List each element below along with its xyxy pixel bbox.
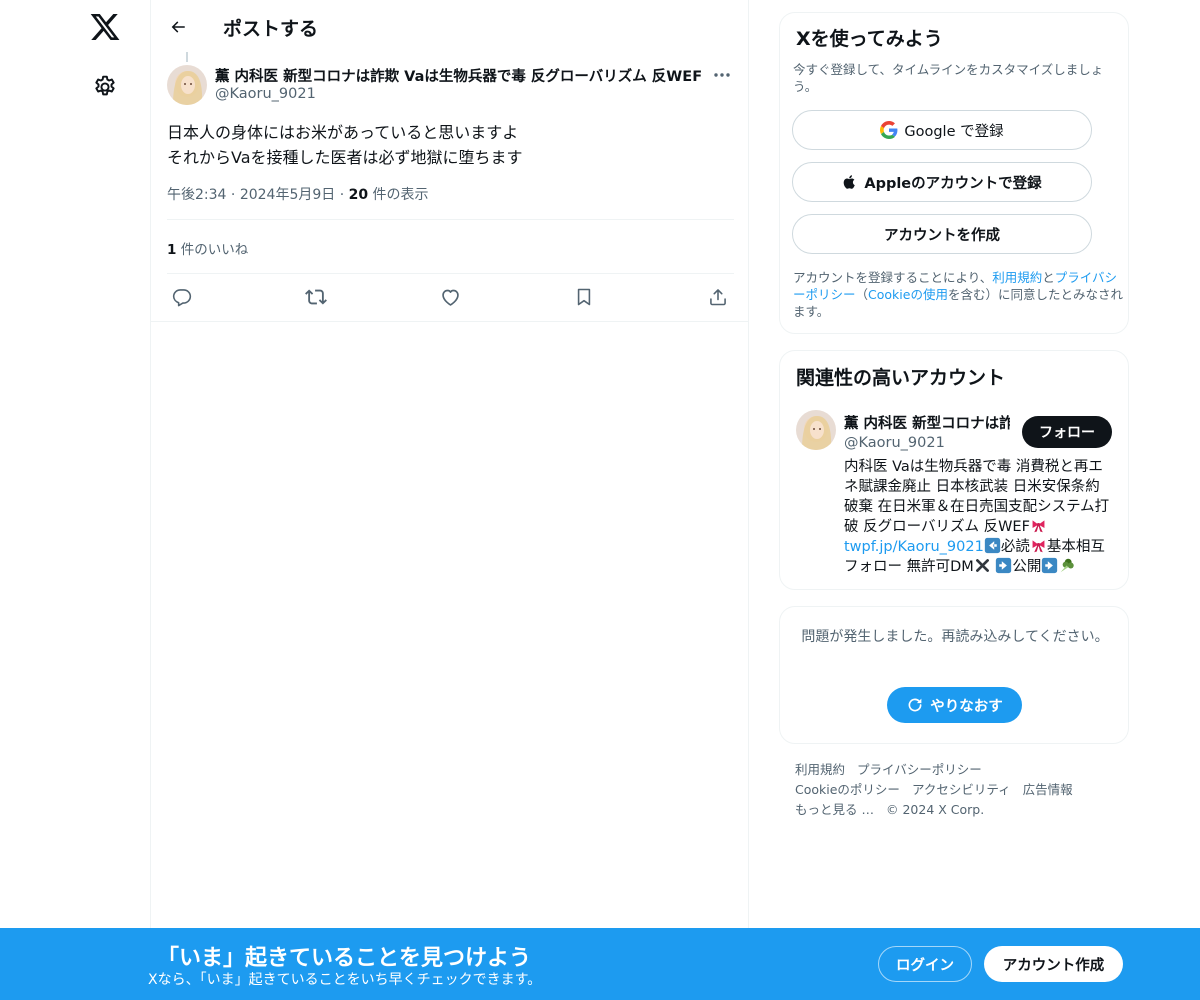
divider [151,321,749,322]
footer-link-ads[interactable]: 広告情報 [1023,782,1073,797]
bio-link[interactable]: twpf.jp/Kaoru_9021 [844,539,984,555]
ribbon-icon [1030,537,1047,554]
avatar[interactable] [167,65,207,105]
apple-icon [842,173,858,191]
divider [167,273,734,274]
cross-mark-icon [974,557,991,574]
related-accounts-card: 関連性の高いアカウント 薫 内科医 新型コロナは詐欺 Vaは生物兵器で毒 @Ka… [779,350,1129,590]
main-column: ポストする 薫 内科医 新型コロナは詐欺 Vaは生物兵器で毒 反グローバリズム … [150,0,749,1000]
likes-count: 1 [167,242,177,258]
post-date[interactable]: 2024年5月9日 [240,187,335,203]
signup-card: Xを使ってみよう 今すぐ登録して、タイムラインをカスタマイズしましょう。 Goo… [779,12,1129,334]
error-message: 問題が発生しました。再読み込みしてください。 [801,629,1109,645]
related-account-handle[interactable]: @Kaoru_9021 [844,435,945,451]
like-button[interactable] [437,284,463,310]
post-time[interactable]: 午後2:34 [167,187,226,203]
footer-link-privacy[interactable]: プライバシーポリシー [857,762,982,777]
post-text-line: 日本人の身体にはお米があっていると思いますよ [167,123,519,142]
bottom-bar-title: 「いま」起きていることを見つけよう [157,946,532,971]
related-title: 関連性の高いアカウント [796,367,1006,389]
views-label: 件の表示 [368,187,429,203]
views-count: 20 [348,187,369,203]
reply-icon [172,289,192,307]
terms-text: アカウントを登録することにより、 [793,270,993,285]
post-text-line: それからVaを接種した医者は必ず地獄に堕ちます [167,148,523,167]
post-header: ポストする [151,0,749,53]
footer-link-more[interactable]: もっと見る … [795,802,874,817]
login-button[interactable]: ログイン [878,946,972,982]
retry-label: やりなおす [930,698,1003,715]
more-icon [714,73,730,77]
back-button[interactable] [163,12,193,42]
bio-text: 必読 [1000,539,1030,555]
google-icon [880,121,898,139]
footer-link-accessibility[interactable]: アクセシビリティ [912,782,1011,797]
follow-button[interactable]: フォロー [1022,416,1112,448]
repost-icon [305,289,327,305]
post-meta: 午後2:34 · 2024年5月9日 · 20 件の表示 [167,184,429,204]
post-actions [167,284,734,310]
bottom-bar-subtitle: Xなら、「いま」起きていることをいち早くチェックできます。 [148,972,542,988]
author-handle[interactable]: @Kaoru_9021 [215,86,316,102]
gear-icon[interactable] [92,74,118,100]
thread-line [186,52,188,62]
arrow-right-box-icon [995,557,1012,574]
avatar[interactable] [796,410,836,450]
terms-text: と [1042,270,1055,285]
apple-signup-button[interactable]: Appleのアカウントで登録 [792,162,1092,202]
footer-copyright: © 2024 X Corp. [885,802,985,817]
x-logo-icon[interactable] [89,11,121,43]
bio-text: 公開 [1012,559,1042,575]
reply-button[interactable] [169,284,195,310]
share-button[interactable] [705,284,731,310]
error-card: 問題が発生しました。再読み込みしてください。 やりなおす [779,606,1129,744]
bio-text: 内科医 Vaは生物兵器で毒 消費税と再エネ賦課金廃止 日本核武装 日米安保条約破… [844,459,1110,535]
footer-link-cookie[interactable]: Cookieのポリシー [795,782,900,797]
create-account-button[interactable]: アカウントを作成 [792,214,1092,254]
author-name[interactable]: 薫 内科医 新型コロナは詐欺 Vaは生物兵器で毒 反グローバリズム 反WEF [215,65,702,86]
page-title: ポストする [223,18,319,40]
google-signup-button[interactable]: Google で登録 [792,110,1092,150]
share-icon [710,289,726,306]
post-text: 日本人の身体にはお米があっていると思いますよ それからVaを接種した医者は必ず地… [167,120,734,170]
signup-subtitle: 今すぐ登録して、タイムラインをカスタマイズしましょう。 [793,62,1104,94]
footer-links: 利用規約 プライバシーポリシー Cookieのポリシー アクセシビリティ 広告情報 も… [795,760,1115,820]
create-account-label: アカウントを作成 [884,227,1000,244]
repost-button[interactable] [303,284,329,310]
broccoli-icon [1058,557,1075,574]
apple-signup-label: Appleのアカウントで登録 [864,175,1042,192]
signup-title: Xを使ってみよう [796,28,943,50]
divider [167,219,734,220]
signup-button[interactable]: アカウント作成 [984,946,1123,982]
bookmark-icon [577,288,591,306]
ribbon-icon [1030,517,1047,534]
bottom-signup-bar: 「いま」起きていることを見つけよう Xなら、「いま」起きていることをいち早くチェ… [0,928,1200,1000]
likes-label: 件のいいね [176,242,249,258]
footer-link-terms[interactable]: 利用規約 [795,762,845,777]
terms-link[interactable]: 利用規約 [992,270,1042,285]
like-icon [441,289,459,306]
more-options-button[interactable] [709,64,735,86]
arrow-left-box-icon [984,537,1001,554]
related-account-name[interactable]: 薫 内科医 新型コロナは詐欺 Vaは生物兵器で毒 [844,412,1010,433]
terms-text: （ [855,287,869,302]
arrow-right-box-icon [1041,557,1058,574]
terms-notice: アカウントを登録することにより、利用規約とプライバシーポリシー（Cookieの使… [793,269,1123,320]
left-nav [0,0,150,1000]
arrow-left-icon [171,21,185,33]
bookmark-button[interactable] [571,284,597,310]
google-signup-label: Google で登録 [904,123,1004,140]
cookie-link[interactable]: Cookieの使用 [868,287,948,302]
related-account-bio: 内科医 Vaは生物兵器で毒 消費税と再エネ賦課金廃止 日本核武装 日米安保条約破… [844,457,1114,577]
retry-button[interactable]: やりなおす [887,687,1022,723]
refresh-icon [906,696,924,714]
likes-summary[interactable]: 1 件のいいね [167,238,248,258]
